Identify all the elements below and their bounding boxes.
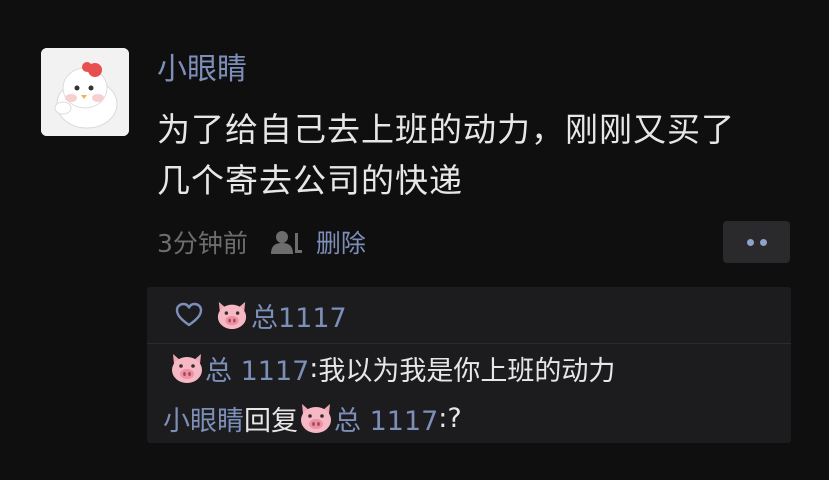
more-dot-icon <box>759 238 767 246</box>
like-row: 总1117 <box>175 296 347 335</box>
pig-face-icon <box>301 404 331 433</box>
post-text: 为了给自己去上班的动力，刚刚又买了 几个寄去公司的快递 <box>157 104 797 206</box>
pig-face-icon <box>217 301 247 330</box>
reply-to-user[interactable]: 总 1117 <box>334 399 438 438</box>
like-user-name[interactable]: 总1117 <box>251 296 347 335</box>
comment-item[interactable]: 小眼睛 回复 总 1117 : ? <box>163 399 462 437</box>
partial-visibility-icon[interactable] <box>270 229 302 255</box>
comment-text: 我以为我是你上班的动力 <box>318 355 616 387</box>
post-time: 3分钟前 <box>157 229 248 258</box>
comment-separator: : <box>438 402 448 434</box>
post-meta: 3分钟前 删除 <box>157 226 366 258</box>
comment-separator: : <box>309 352 319 384</box>
post-author-name[interactable]: 小眼睛 <box>157 50 247 90</box>
reply-word: 回复 <box>244 405 298 437</box>
delete-link[interactable]: 删除 <box>316 224 366 260</box>
more-button[interactable] <box>723 221 790 263</box>
moment-post: 小眼睛 为了给自己去上班的动力，刚刚又买了 几个寄去公司的快递 3分钟前 删除 <box>0 0 829 480</box>
comment-author[interactable]: 小眼睛 <box>163 399 244 438</box>
chick-avatar-icon <box>41 48 129 136</box>
comment-item[interactable]: 总 1117 : 我以为我是你上班的动力 <box>169 349 615 387</box>
divider <box>147 343 791 344</box>
likes-comments-panel: 总1117 总 1117 : 我以为我是你上班的动力 小眼睛 回复 总 1117… <box>147 287 791 443</box>
more-dot-icon <box>746 238 754 246</box>
avatar[interactable] <box>41 48 129 136</box>
heart-outline-icon <box>175 302 203 327</box>
pig-face-icon <box>172 354 202 383</box>
comment-author[interactable]: 总 1117 <box>205 349 309 388</box>
post-text-line-1: 为了给自己去上班的动力，刚刚又买了 <box>157 110 735 149</box>
comment-text: ? <box>447 402 462 434</box>
post-text-line-2: 几个寄去公司的快递 <box>157 161 463 200</box>
